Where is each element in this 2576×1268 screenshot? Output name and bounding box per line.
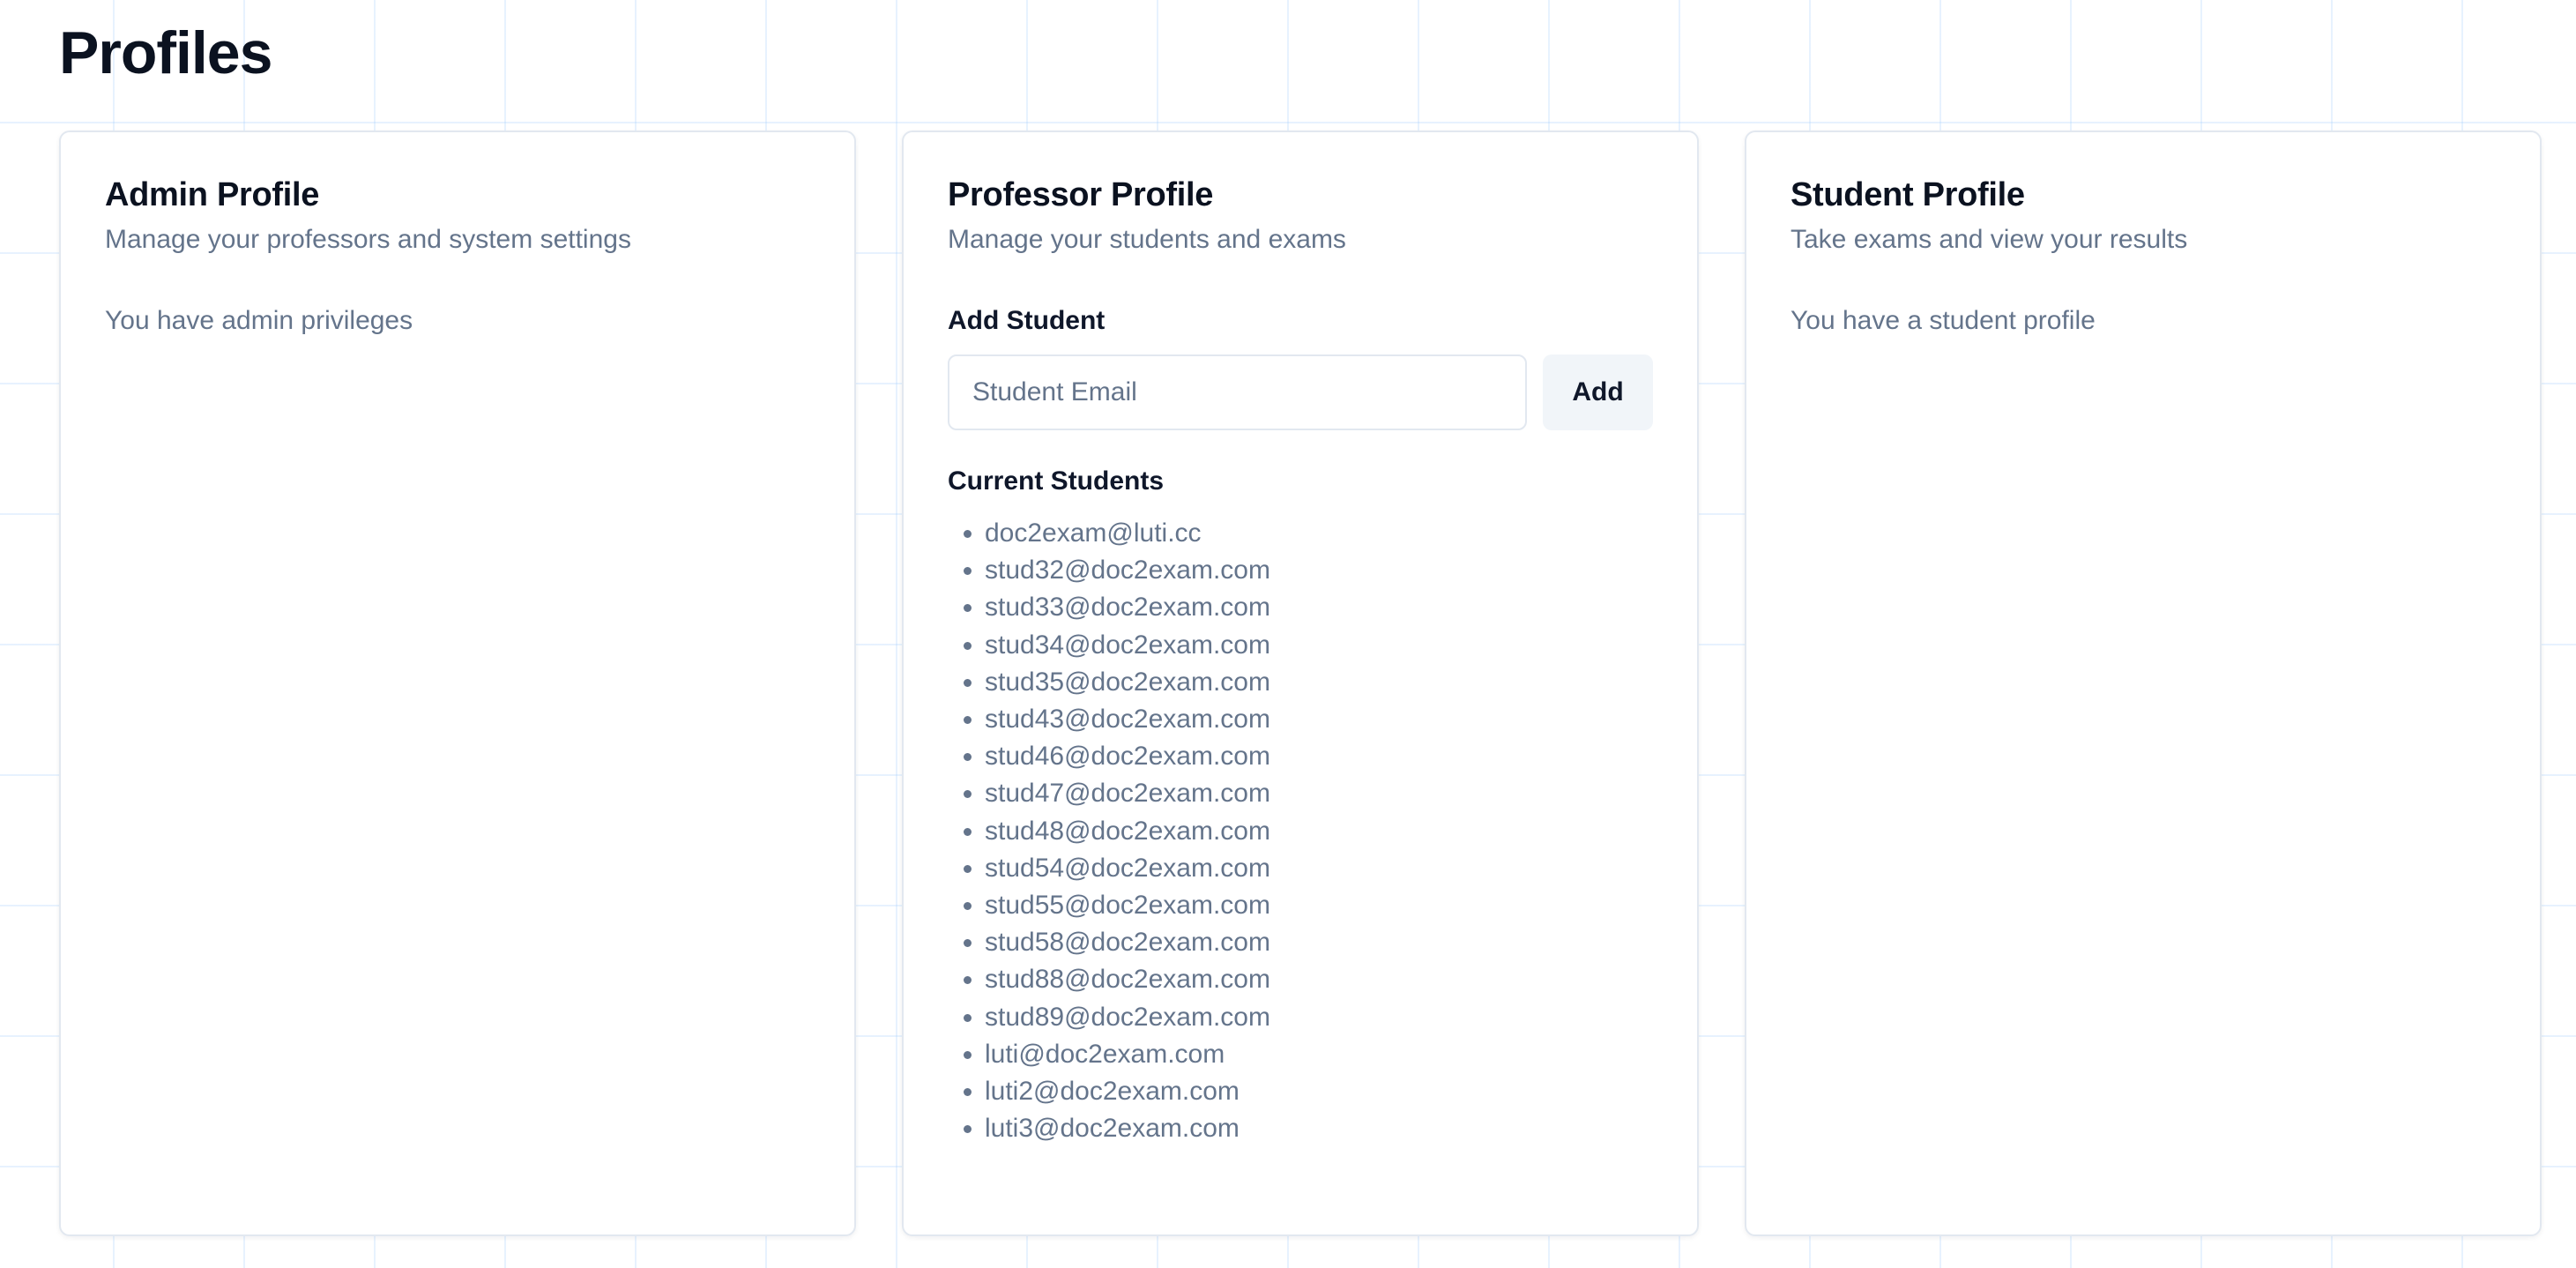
student-profile-subtitle: Take exams and view your results	[1791, 225, 2188, 254]
student-list-item: stud47@doc2exam.com	[985, 775, 1653, 812]
admin-profile-subtitle: Manage your professors and system settin…	[105, 225, 631, 254]
admin-profile-title: Admin Profile	[105, 176, 320, 213]
professor-profile-card: Professor Profile Manage your students a…	[902, 131, 1699, 1236]
add-student-button[interactable]: Add	[1543, 354, 1653, 430]
student-list-item: luti@doc2exam.com	[985, 1036, 1653, 1073]
student-list-item: stud34@doc2exam.com	[985, 627, 1653, 664]
student-status-text: You have a student profile	[1791, 306, 2096, 335]
profile-cards: Admin Profile Manage your professors and…	[59, 131, 2542, 1236]
student-list-item: stud58@doc2exam.com	[985, 924, 1653, 961]
professor-profile-title: Professor Profile	[948, 176, 1214, 213]
student-list-item: stud88@doc2exam.com	[985, 961, 1653, 998]
student-list-item: stud46@doc2exam.com	[985, 738, 1653, 775]
student-list-item: stud89@doc2exam.com	[985, 999, 1653, 1036]
student-list-item: stud43@doc2exam.com	[985, 701, 1653, 738]
page-title: Profiles	[59, 19, 272, 86]
student-list-item: stud55@doc2exam.com	[985, 887, 1653, 924]
admin-privileges-text: You have admin privileges	[105, 306, 413, 335]
student-list-item: stud35@doc2exam.com	[985, 664, 1653, 701]
professor-profile-subtitle: Manage your students and exams	[948, 225, 1346, 254]
student-list-item: luti2@doc2exam.com	[985, 1073, 1653, 1110]
student-profile-title: Student Profile	[1791, 176, 2025, 213]
current-students-list: doc2exam@luti.ccstud32@doc2exam.comstud3…	[948, 515, 1653, 1147]
student-list-item: doc2exam@luti.cc	[985, 515, 1653, 552]
student-email-input[interactable]	[948, 354, 1527, 430]
student-list-item: stud33@doc2exam.com	[985, 589, 1653, 626]
student-list-item: luti3@doc2exam.com	[985, 1110, 1653, 1147]
add-student-row: Add	[948, 354, 1653, 430]
current-students-label: Current Students	[948, 466, 1165, 496]
student-list-item: stud32@doc2exam.com	[985, 552, 1653, 589]
add-student-label: Add Student	[948, 306, 1106, 335]
student-list-item: stud48@doc2exam.com	[985, 813, 1653, 850]
student-profile-card: Student Profile Take exams and view your…	[1745, 131, 2542, 1236]
student-list-item: stud54@doc2exam.com	[985, 850, 1653, 887]
admin-profile-card: Admin Profile Manage your professors and…	[59, 131, 856, 1236]
